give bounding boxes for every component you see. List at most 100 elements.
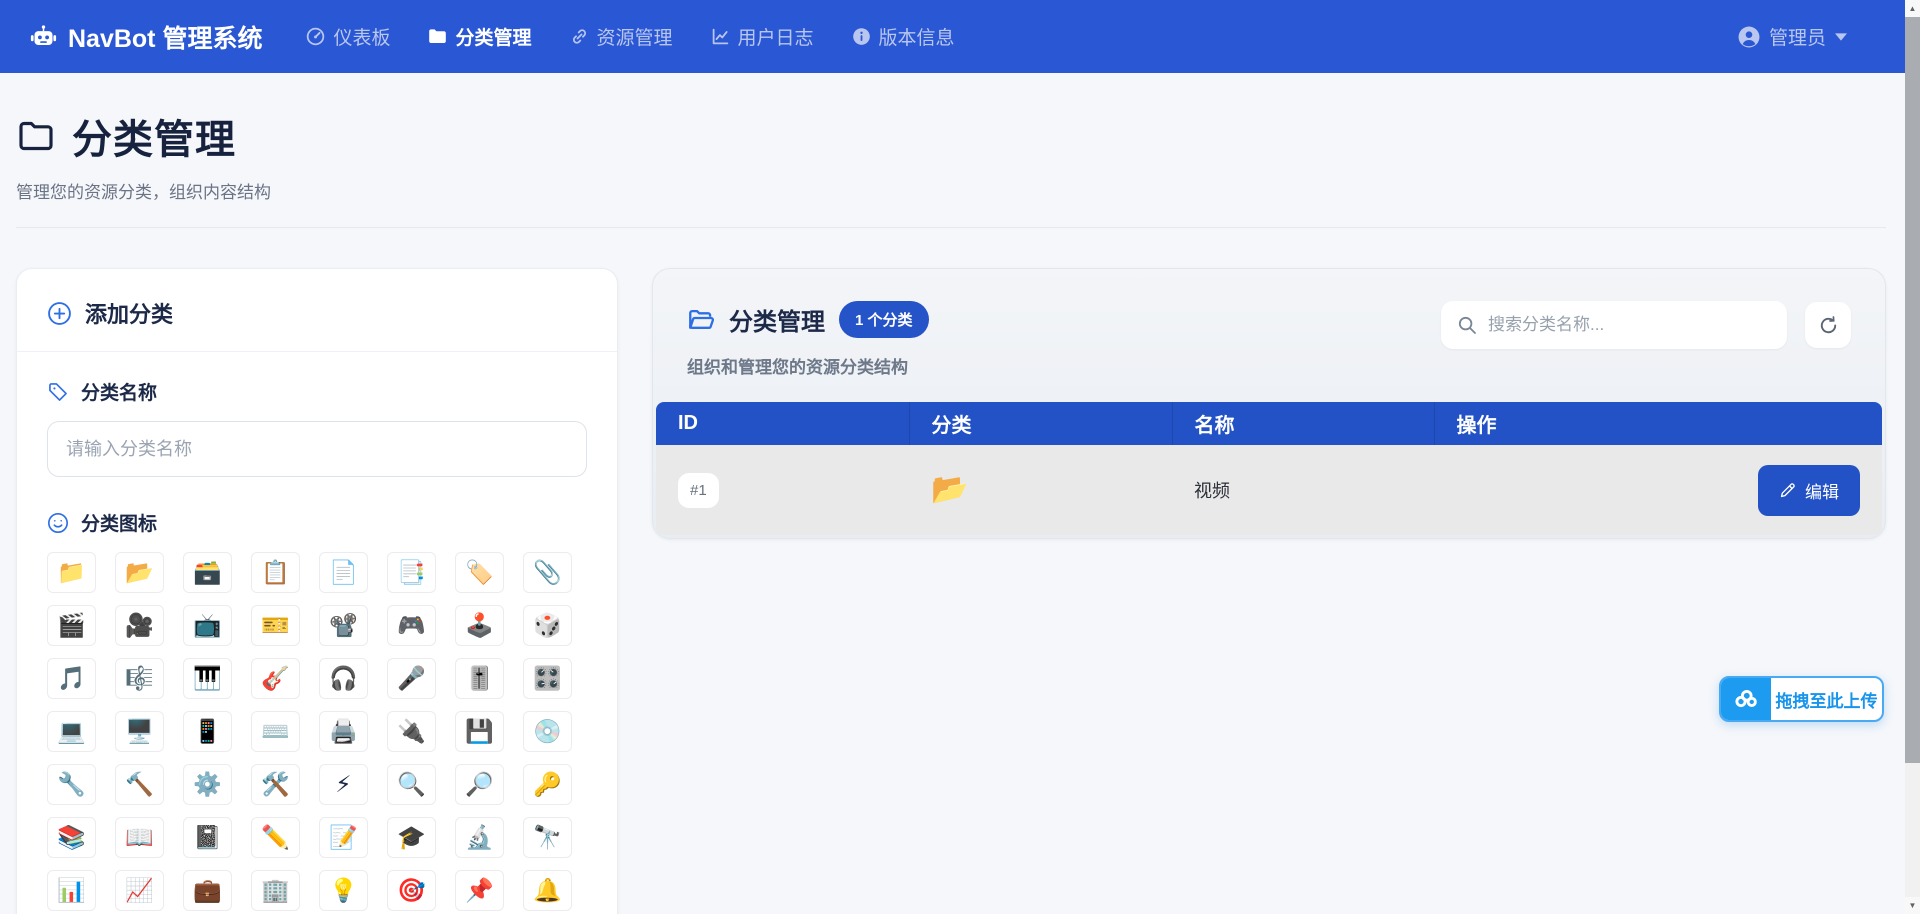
category-icon-option[interactable]: 💿 [523, 711, 572, 752]
nav-item-version[interactable]: 版本信息 [852, 23, 955, 50]
category-icon-option[interactable]: 📋 [251, 552, 300, 593]
brand[interactable]: NavBot 管理系统 [30, 19, 262, 55]
category-icon-option[interactable]: 🎹 [183, 658, 232, 699]
list-title: 分类管理 [729, 302, 825, 337]
category-icon-option[interactable]: 🎧 [319, 658, 368, 699]
list-header-tools [1441, 301, 1851, 349]
category-count-badge: 1 个分类 [839, 301, 929, 338]
icon-grid: 📁 📂 🗃️ 📋 📄 📑 🏷️ 📎 🎬 🎥 📺 🎫 📽️ 🎮 🕹️ 🎲 🎵 🎼 🎹 🎸 🎧 🎤 🎚️ 🎛️ 💻 🖥️ 📱 ⌨️ 🖨️ 🔌 💾… [47, 552, 587, 911]
scroll-down-arrow[interactable]: ▼ [1905, 897, 1920, 914]
scrollbar-thumb[interactable] [1905, 17, 1920, 763]
category-icon-option[interactable]: 🔔 [523, 870, 572, 911]
category-icon-option[interactable]: 💾 [455, 711, 504, 752]
category-icon-option[interactable]: 📂 [115, 552, 164, 593]
category-list-card: 分类管理 1 个分类 组织和管理您的资源分类结构 [652, 268, 1886, 539]
add-card-body: 分类名称 分类图标 📁📂🗃️📋📄📑🏷️📎🎬🎥📺🎫📽️🎮🕹️🎲🎵🎼🎹🎸🎧🎤� [17, 352, 617, 914]
category-icon-option[interactable]: 📁 [47, 552, 96, 593]
category-icon-option[interactable]: 🔭 [523, 817, 572, 858]
category-icon-option[interactable]: 🎚️ [455, 658, 504, 699]
search-input[interactable] [1488, 315, 1771, 335]
category-icon-option[interactable]: 🎥 [115, 605, 164, 646]
page-title: 分类管理 [16, 107, 1886, 165]
category-icon-option[interactable]: 🕹️ [455, 605, 504, 646]
category-icon-option[interactable]: 🎵 [47, 658, 96, 699]
category-name-input[interactable] [47, 421, 587, 477]
refresh-icon [1818, 315, 1839, 336]
caret-down-icon [1835, 33, 1847, 41]
category-icon-option[interactable]: 🏢 [251, 870, 300, 911]
row-id-badge: #1 [678, 473, 719, 508]
header-divider [16, 227, 1886, 228]
column-header: 分类 [909, 402, 1172, 445]
edit-button[interactable]: 编辑 [1758, 465, 1860, 516]
category-icon-option[interactable]: 🔧 [47, 764, 96, 805]
category-icon-option[interactable]: 🛠️ [251, 764, 300, 805]
category-icon-option[interactable]: 📊 [47, 870, 96, 911]
category-table-wrap: ID分类名称操作 #1 📂 视频 [656, 402, 1882, 535]
category-icon-option[interactable]: 🖥️ [115, 711, 164, 752]
category-icon-option[interactable]: 📚 [47, 817, 96, 858]
scroll-up-arrow[interactable]: ▲ [1905, 0, 1920, 17]
category-icon-option[interactable]: 💻 [47, 711, 96, 752]
search-icon [1457, 315, 1477, 335]
nav-item-categories[interactable]: 分类管理 [428, 23, 531, 50]
list-subtitle: 组织和管理您的资源分类结构 [687, 353, 929, 378]
category-icon-option[interactable]: 📖 [115, 817, 164, 858]
nav-item-dashboard[interactable]: 仪表板 [306, 23, 390, 50]
main-content: 添加分类 分类名称 [16, 268, 1886, 914]
add-category-card: 添加分类 分类名称 [16, 268, 618, 914]
category-icon-option[interactable]: ⌨️ [251, 711, 300, 752]
category-icon-option[interactable]: 🖨️ [319, 711, 368, 752]
category-icon-option[interactable]: 🎼 [115, 658, 164, 699]
cloud-upload-icon [1721, 678, 1771, 720]
category-icon-option[interactable]: 🎲 [523, 605, 572, 646]
speedometer-icon [306, 27, 325, 46]
category-icon-option[interactable]: 📓 [183, 817, 232, 858]
category-icon-option[interactable]: 📄 [319, 552, 368, 593]
upload-label: 拖拽至此上传 [1771, 687, 1882, 712]
category-icon-option[interactable]: 🎬 [47, 605, 96, 646]
category-icon-option[interactable]: 📈 [115, 870, 164, 911]
category-icon-option[interactable]: ⚙️ [183, 764, 232, 805]
category-icon-option[interactable]: 📑 [387, 552, 436, 593]
category-name-label: 分类名称 [47, 378, 587, 405]
category-icon-option[interactable]: 🔎 [455, 764, 504, 805]
nav-item-logs[interactable]: 用户日志 [711, 23, 814, 50]
drag-upload-widget[interactable]: 拖拽至此上传 [1719, 676, 1884, 722]
refresh-button[interactable] [1805, 302, 1851, 348]
category-icon-option[interactable]: ⚡ [319, 764, 368, 805]
category-icon-option[interactable]: 🔬 [455, 817, 504, 858]
category-icon-option[interactable]: 📱 [183, 711, 232, 752]
brand-title: NavBot 管理系统 [68, 19, 262, 55]
nav-item-resources[interactable]: 资源管理 [570, 23, 673, 50]
category-icon-option[interactable]: 🏷️ [455, 552, 504, 593]
category-icon-option[interactable]: 🎓 [387, 817, 436, 858]
category-icon-option[interactable]: 🎫 [251, 605, 300, 646]
link-icon [570, 27, 589, 46]
category-icon-option[interactable]: 📎 [523, 552, 572, 593]
category-icon-option[interactable]: 🔨 [115, 764, 164, 805]
category-icon-option[interactable]: 🎛️ [523, 658, 572, 699]
category-icon-option[interactable]: 🗃️ [183, 552, 232, 593]
page-header: 分类管理 管理您的资源分类，组织内容结构 [0, 73, 1920, 228]
category-icon-option[interactable]: 🎯 [387, 870, 436, 911]
category-icon-option[interactable]: 🔑 [523, 764, 572, 805]
category-icon-option[interactable]: 🎸 [251, 658, 300, 699]
category-icon-option[interactable]: 📝 [319, 817, 368, 858]
person-circle-icon [1738, 26, 1760, 48]
column-header: ID [656, 402, 909, 445]
category-icon-option[interactable]: 💡 [319, 870, 368, 911]
user-menu[interactable]: 管理员 [1738, 23, 1847, 50]
category-icon-option[interactable]: 🎮 [387, 605, 436, 646]
chart-icon [711, 27, 730, 46]
category-icon-option[interactable]: ✏️ [251, 817, 300, 858]
category-icon-option[interactable]: 🔌 [387, 711, 436, 752]
category-icon-option[interactable]: 📽️ [319, 605, 368, 646]
category-icon-option[interactable]: 📺 [183, 605, 232, 646]
category-icon-option[interactable]: 🎤 [387, 658, 436, 699]
category-icon-option[interactable]: 💼 [183, 870, 232, 911]
main-nav: 仪表板 分类管理 资源管理 [306, 23, 954, 50]
category-icon-option[interactable]: 📌 [455, 870, 504, 911]
category-icon-option[interactable]: 🔍 [387, 764, 436, 805]
search-box [1441, 301, 1787, 349]
